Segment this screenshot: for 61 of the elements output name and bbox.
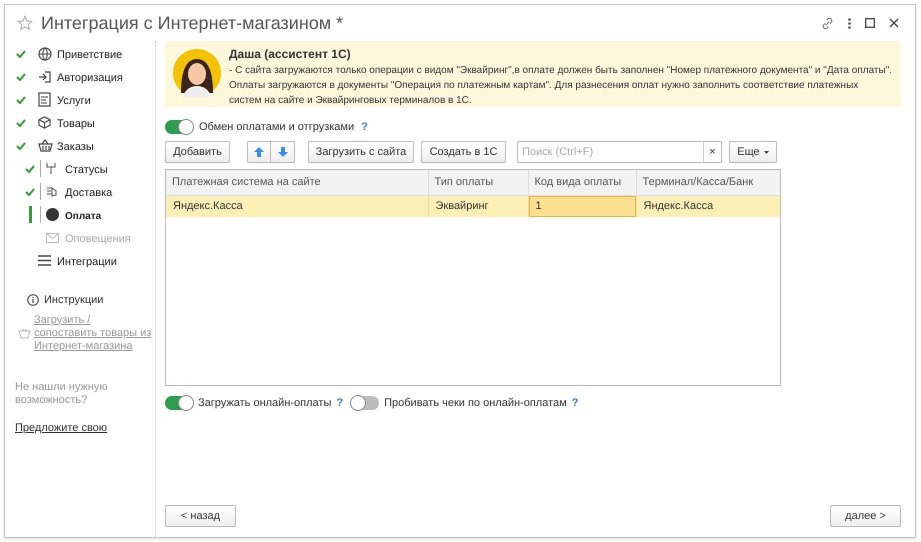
suggest-link[interactable]: Предложите свою <box>15 422 108 434</box>
arrow-up-icon <box>254 147 264 157</box>
back-button[interactable]: < назад <box>165 505 236 527</box>
load-from-site-button[interactable]: Загрузить с сайта <box>308 141 414 163</box>
link-icon[interactable] <box>821 16 834 30</box>
basket-icon <box>38 139 53 152</box>
step-link[interactable]: Услуги <box>57 94 91 106</box>
toggle-switch[interactable] <box>165 120 193 134</box>
move-down-button[interactable] <box>271 141 295 163</box>
step-link[interactable]: Приветствие <box>57 48 122 60</box>
basket-icon <box>18 328 31 338</box>
toggle-switch[interactable] <box>351 396 380 410</box>
step-link[interactable]: Заказы <box>57 140 94 152</box>
envelope-icon <box>46 232 59 242</box>
more-icon[interactable] <box>848 18 851 28</box>
help-link[interactable]: ? <box>361 118 368 136</box>
star-icon[interactable] <box>17 15 33 31</box>
toggle-switch[interactable] <box>165 396 193 410</box>
column-header[interactable]: Терминал/Касса/Банк <box>636 170 780 195</box>
step-link[interactable]: Интеграции <box>57 256 117 268</box>
toggle-label: Обмен оплатами и отгрузками <box>199 120 354 135</box>
globe-icon <box>38 46 52 60</box>
next-button[interactable]: далее > <box>830 505 901 527</box>
create-button[interactable]: Создать в 1С <box>421 141 506 163</box>
table-cell[interactable]: Яндекс.Касса <box>166 196 428 217</box>
avatar-figure <box>173 49 221 97</box>
hint-text: Не нашли нужную возможность? <box>14 380 109 406</box>
column-header[interactable]: Код вида оплаты <box>528 170 636 195</box>
step-link[interactable]: Товары <box>57 118 95 130</box>
help-link[interactable]: ? <box>336 394 344 412</box>
column-header[interactable]: Платежная система на сайте <box>166 170 428 195</box>
caret-icon <box>764 150 769 154</box>
window-title: Интеграция с Интернет-магазином * <box>41 12 344 35</box>
list-icon <box>38 255 51 266</box>
close-icon[interactable] <box>889 18 899 28</box>
table-cell[interactable]: 1 <box>528 196 636 217</box>
more-button[interactable]: Еще <box>729 141 777 163</box>
arrow-down-icon <box>278 147 288 157</box>
assistant-name: Даша (ассистент 1С) <box>229 46 352 62</box>
maximize-icon[interactable] <box>865 18 875 28</box>
login-icon <box>38 70 52 84</box>
search-field[interactable]: Поиск (Ctrl+F) × <box>517 141 722 163</box>
instructions-link[interactable]: Инструкции <box>44 292 104 308</box>
info-icon <box>27 294 39 306</box>
fork-icon <box>46 163 56 174</box>
table-cell[interactable]: Эквайринг <box>428 196 528 217</box>
document-icon <box>38 92 52 107</box>
table-cell[interactable]: Яндекс.Касса <box>636 196 780 217</box>
move-up-button[interactable] <box>247 141 271 163</box>
step-link[interactable]: Авторизация <box>57 72 123 84</box>
step-link[interactable]: Доставка <box>65 186 112 198</box>
toggle-label: Загружать онлайн-оплаты <box>198 396 332 411</box>
step-link[interactable]: Статусы <box>65 164 108 176</box>
add-button[interactable]: Добавить <box>165 141 230 163</box>
box-icon <box>38 116 51 129</box>
toggle-label: Пробивать чеки по онлайн-оплатам <box>384 396 567 411</box>
help-link[interactable]: ? <box>572 394 578 412</box>
assistant-message: - С сайта загружаются только операции с видом "Эквайринг",в оплате должен быть заполнен "Номер платежного документа" и "Дата оплаты". Оплаты загружаются в документы "Операция по платежным картам". Для разнесения оплат нужно заполнить соответствие платежных систем на сайте и Эквайринговых терминалов в 1С. <box>229 64 893 108</box>
column-header[interactable]: Тип оплаты <box>428 170 528 195</box>
step-link[interactable]: Оплата <box>65 210 102 222</box>
clear-button[interactable]: × <box>703 142 721 162</box>
